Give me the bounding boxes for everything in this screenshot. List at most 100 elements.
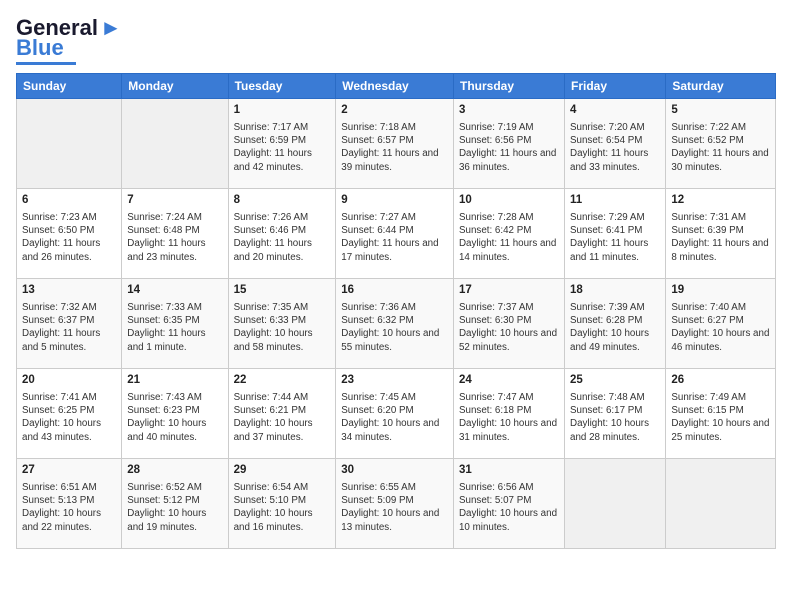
day-info: Sunrise: 7:23 AM Sunset: 6:50 PM Dayligh…: [22, 211, 116, 264]
day-cell: 22Sunrise: 7:44 AM Sunset: 6:21 PM Dayli…: [228, 369, 336, 459]
day-number: 28: [127, 463, 222, 479]
day-info: Sunrise: 7:47 AM Sunset: 6:18 PM Dayligh…: [459, 391, 559, 444]
day-number: 5: [671, 103, 770, 119]
week-row-4: 20 Sunrise: 7:41 AM Sunset: 6:25 PM Dayli…: [17, 369, 776, 459]
day-number: 13: [22, 283, 116, 299]
day-cell: 25 Sunrise: 7:48 AM Sunset: 6:17 PM Dayli…: [565, 369, 666, 459]
day-info: Sunrise: 7:49 AM Sunset: 6:15 PM Dayligh…: [671, 391, 770, 444]
day-info: Sunrise: 7:43 AM Sunset: 6:23 PM Dayligh…: [127, 391, 222, 444]
day-info: Sunrise: 7:48 AM Sunset: 6:17 PM Dayligh…: [570, 391, 660, 444]
logo-text2: Blue: [16, 36, 64, 60]
day-number: 3: [459, 103, 559, 119]
day-cell: 13 Sunrise: 7:32 AM Sunset: 6:37 PM Dayli…: [17, 279, 122, 369]
day-cell: 16 Sunrise: 7:36 AM Sunset: 6:32 PM Dayli…: [336, 279, 454, 369]
header-cell-tuesday: Tuesday: [228, 74, 336, 99]
day-info: Sunrise: 7:24 AM Sunset: 6:48 PM Dayligh…: [127, 211, 222, 264]
day-number: 8: [234, 193, 331, 209]
day-cell: 28 Sunrise: 6:52 AM Sunset: 5:12 PM Dayli…: [122, 459, 228, 549]
day-number: 18: [570, 283, 660, 299]
day-cell: 20 Sunrise: 7:41 AM Sunset: 6:25 PM Dayli…: [17, 369, 122, 459]
day-number: 14: [127, 283, 222, 299]
day-number: 1: [234, 103, 331, 119]
day-number: 16: [341, 283, 448, 299]
day-number: 27: [22, 463, 116, 479]
week-row-1: 1 Sunrise: 7:17 AM Sunset: 6:59 PM Daylig…: [17, 99, 776, 189]
header-cell-sunday: Sunday: [17, 74, 122, 99]
day-info: Sunrise: 7:36 AM Sunset: 6:32 PM Dayligh…: [341, 301, 448, 354]
day-cell: 5 Sunrise: 7:22 AM Sunset: 6:52 PM Daylig…: [666, 99, 776, 189]
day-cell: [565, 459, 666, 549]
day-info: Sunrise: 7:28 AM Sunset: 6:42 PM Dayligh…: [459, 211, 559, 264]
day-info: Sunrise: 7:22 AM Sunset: 6:52 PM Dayligh…: [671, 121, 770, 174]
day-number: 24: [459, 373, 559, 389]
day-number: 26: [671, 373, 770, 389]
day-info: Sunrise: 7:32 AM Sunset: 6:37 PM Dayligh…: [22, 301, 116, 354]
day-info: Sunrise: 7:33 AM Sunset: 6:35 PM Dayligh…: [127, 301, 222, 354]
day-number: 9: [341, 193, 448, 209]
day-info: Sunrise: 7:35 AM Sunset: 6:33 PM Dayligh…: [234, 301, 331, 354]
day-info: Sunrise: 7:27 AM Sunset: 6:44 PM Dayligh…: [341, 211, 448, 264]
day-cell: [17, 99, 122, 189]
day-info: Sunrise: 6:51 AM Sunset: 5:13 PM Dayligh…: [22, 481, 116, 534]
header-row: SundayMondayTuesdayWednesdayThursdayFrid…: [17, 74, 776, 99]
day-info: Sunrise: 7:31 AM Sunset: 6:39 PM Dayligh…: [671, 211, 770, 264]
day-info: Sunrise: 6:54 AM Sunset: 5:10 PM Dayligh…: [234, 481, 331, 534]
day-cell: 14 Sunrise: 7:33 AM Sunset: 6:35 PM Dayli…: [122, 279, 228, 369]
day-number: 17: [459, 283, 559, 299]
header-cell-saturday: Saturday: [666, 74, 776, 99]
day-cell: 2 Sunrise: 7:18 AM Sunset: 6:57 PM Daylig…: [336, 99, 454, 189]
day-cell: 19Sunrise: 7:40 AM Sunset: 6:27 PM Dayli…: [666, 279, 776, 369]
day-cell: 21Sunrise: 7:43 AM Sunset: 6:23 PM Dayli…: [122, 369, 228, 459]
day-number: 25: [570, 373, 660, 389]
day-number: 15: [234, 283, 331, 299]
day-number: 31: [459, 463, 559, 479]
day-number: 11: [570, 193, 660, 209]
day-cell: 17 Sunrise: 7:37 AM Sunset: 6:30 PM Dayli…: [453, 279, 564, 369]
day-number: 19: [671, 283, 770, 299]
day-info: Sunrise: 6:56 AM Sunset: 5:07 PM Dayligh…: [459, 481, 559, 534]
day-cell: 9 Sunrise: 7:27 AM Sunset: 6:44 PM Daylig…: [336, 189, 454, 279]
day-info: Sunrise: 7:17 AM Sunset: 6:59 PM Dayligh…: [234, 121, 331, 174]
header-cell-monday: Monday: [122, 74, 228, 99]
day-cell: 18Sunrise: 7:39 AM Sunset: 6:28 PM Dayli…: [565, 279, 666, 369]
day-info: Sunrise: 7:26 AM Sunset: 6:46 PM Dayligh…: [234, 211, 331, 264]
header-cell-wednesday: Wednesday: [336, 74, 454, 99]
day-cell: [122, 99, 228, 189]
page-header: General► Blue: [16, 16, 776, 65]
day-cell: 8 Sunrise: 7:26 AM Sunset: 6:46 PM Daylig…: [228, 189, 336, 279]
day-number: 2: [341, 103, 448, 119]
day-cell: 6 Sunrise: 7:23 AM Sunset: 6:50 PM Daylig…: [17, 189, 122, 279]
logo-underline: [16, 62, 76, 65]
day-cell: 31 Sunrise: 6:56 AM Sunset: 5:07 PM Dayli…: [453, 459, 564, 549]
day-cell: 30Sunrise: 6:55 AM Sunset: 5:09 PM Dayli…: [336, 459, 454, 549]
day-cell: 23 Sunrise: 7:45 AM Sunset: 6:20 PM Dayli…: [336, 369, 454, 459]
day-info: Sunrise: 7:41 AM Sunset: 6:25 PM Dayligh…: [22, 391, 116, 444]
day-cell: 11Sunrise: 7:29 AM Sunset: 6:41 PM Dayli…: [565, 189, 666, 279]
day-info: Sunrise: 7:44 AM Sunset: 6:21 PM Dayligh…: [234, 391, 331, 444]
day-cell: 7Sunrise: 7:24 AM Sunset: 6:48 PM Daylig…: [122, 189, 228, 279]
day-info: Sunrise: 7:18 AM Sunset: 6:57 PM Dayligh…: [341, 121, 448, 174]
day-number: 10: [459, 193, 559, 209]
calendar-table: SundayMondayTuesdayWednesdayThursdayFrid…: [16, 73, 776, 549]
week-row-3: 13 Sunrise: 7:32 AM Sunset: 6:37 PM Dayli…: [17, 279, 776, 369]
day-number: 23: [341, 373, 448, 389]
day-info: Sunrise: 7:45 AM Sunset: 6:20 PM Dayligh…: [341, 391, 448, 444]
day-number: 6: [22, 193, 116, 209]
day-number: 4: [570, 103, 660, 119]
day-info: Sunrise: 6:52 AM Sunset: 5:12 PM Dayligh…: [127, 481, 222, 534]
header-cell-thursday: Thursday: [453, 74, 564, 99]
day-cell: 26 Sunrise: 7:49 AM Sunset: 6:15 PM Dayli…: [666, 369, 776, 459]
logo: General► Blue: [16, 16, 122, 65]
day-cell: 10 Sunrise: 7:28 AM Sunset: 6:42 PM Dayli…: [453, 189, 564, 279]
day-cell: 15 Sunrise: 7:35 AM Sunset: 6:33 PM Dayli…: [228, 279, 336, 369]
day-info: Sunrise: 7:37 AM Sunset: 6:30 PM Dayligh…: [459, 301, 559, 354]
day-cell: 3 Sunrise: 7:19 AM Sunset: 6:56 PM Daylig…: [453, 99, 564, 189]
day-number: 20: [22, 373, 116, 389]
day-cell: 29Sunrise: 6:54 AM Sunset: 5:10 PM Dayli…: [228, 459, 336, 549]
day-number: 30: [341, 463, 448, 479]
day-info: Sunrise: 7:19 AM Sunset: 6:56 PM Dayligh…: [459, 121, 559, 174]
week-row-2: 6 Sunrise: 7:23 AM Sunset: 6:50 PM Daylig…: [17, 189, 776, 279]
day-cell: 27 Sunrise: 6:51 AM Sunset: 5:13 PM Dayli…: [17, 459, 122, 549]
day-cell: 1 Sunrise: 7:17 AM Sunset: 6:59 PM Daylig…: [228, 99, 336, 189]
day-cell: 4Sunrise: 7:20 AM Sunset: 6:54 PM Daylig…: [565, 99, 666, 189]
